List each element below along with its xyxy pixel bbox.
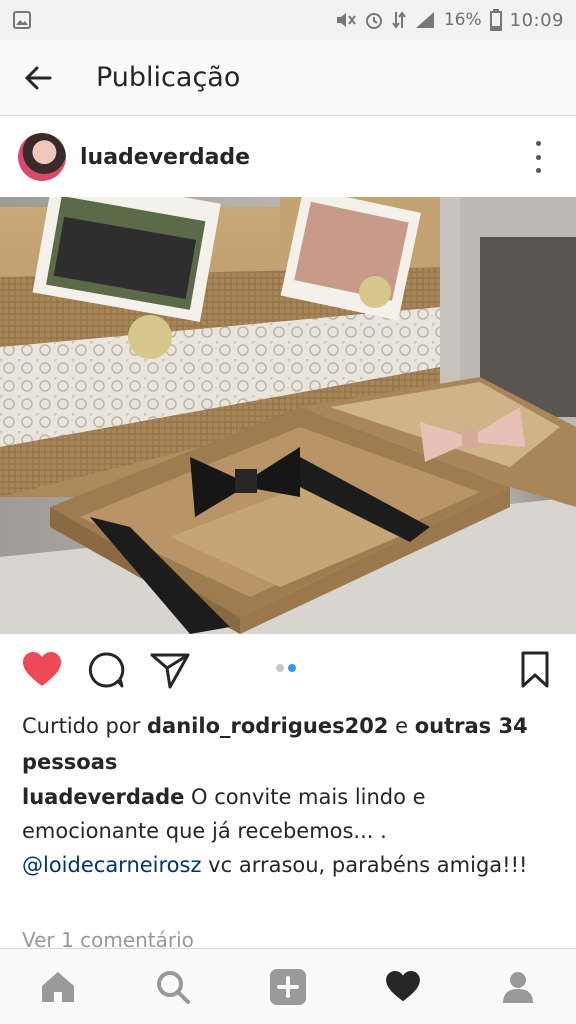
- more-dot-icon: [535, 168, 541, 173]
- home-icon: [41, 971, 74, 1002]
- bottom-nav: [0, 948, 576, 1024]
- image-icon: [13, 11, 31, 29]
- carousel-dot-inactive: [276, 664, 284, 672]
- nav-add[interactable]: [258, 957, 318, 1017]
- carousel-dot-active: [288, 664, 296, 672]
- comment-icon: [88, 652, 125, 688]
- save-button[interactable]: [515, 650, 555, 690]
- status-left: [12, 10, 32, 30]
- nav-search[interactable]: [143, 957, 203, 1017]
- bookmark-icon: [521, 651, 549, 688]
- caption-text-after: vc arrasou, parabéns amiga!!!: [201, 853, 528, 877]
- signal-icon: [415, 12, 434, 28]
- send-icon: [150, 653, 190, 689]
- post-header: luadeverdade: [0, 117, 576, 197]
- post-caption: luadeverdade O convite mais lindo e emoc…: [22, 780, 562, 882]
- carousel-indicator: [276, 664, 296, 672]
- app-bar: Publicação: [0, 40, 576, 116]
- search-icon: [156, 970, 190, 1004]
- nav-home[interactable]: [28, 957, 88, 1017]
- caption-author[interactable]: luadeverdade: [22, 785, 184, 809]
- likes-prefix: Curtido por: [22, 714, 148, 738]
- more-dot-icon: [535, 141, 541, 146]
- data-icon: [392, 11, 406, 29]
- heart-filled-icon: [23, 652, 61, 686]
- post-username[interactable]: luadeverdade: [80, 145, 250, 170]
- heart-icon: [386, 970, 421, 1001]
- battery-percent: 16%: [443, 10, 482, 30]
- add-icon: [269, 968, 306, 1005]
- back-arrow-icon: [24, 66, 52, 89]
- nav-profile[interactable]: [488, 957, 548, 1017]
- like-button[interactable]: [22, 650, 62, 690]
- photo-illustration: [0, 197, 576, 634]
- more-dot-icon: [535, 154, 541, 160]
- caption-mention[interactable]: @loidecarneirosz: [22, 853, 202, 877]
- page-title: Publicação: [96, 62, 241, 93]
- post-photo[interactable]: [0, 197, 576, 634]
- alarm-icon: [365, 13, 382, 29]
- back-button[interactable]: [0, 40, 76, 116]
- nav-activity[interactable]: [373, 957, 433, 1017]
- share-button[interactable]: [150, 650, 190, 690]
- status-right: 16% 10:09: [334, 9, 564, 31]
- likes-summary: Curtido por danilo_rodrigues202 e outras…: [22, 708, 562, 780]
- battery-icon: [489, 9, 502, 31]
- status-bar: 16% 10:09: [0, 0, 576, 40]
- profile-icon: [503, 971, 534, 1003]
- likes-middle: e: [388, 714, 415, 738]
- more-options-button[interactable]: [528, 141, 548, 173]
- mute-icon: [336, 13, 356, 27]
- comment-button[interactable]: [86, 650, 126, 690]
- avatar[interactable]: [18, 133, 66, 181]
- likes-user-link[interactable]: danilo_rodrigues202: [147, 714, 388, 738]
- status-time: 10:09: [509, 9, 564, 31]
